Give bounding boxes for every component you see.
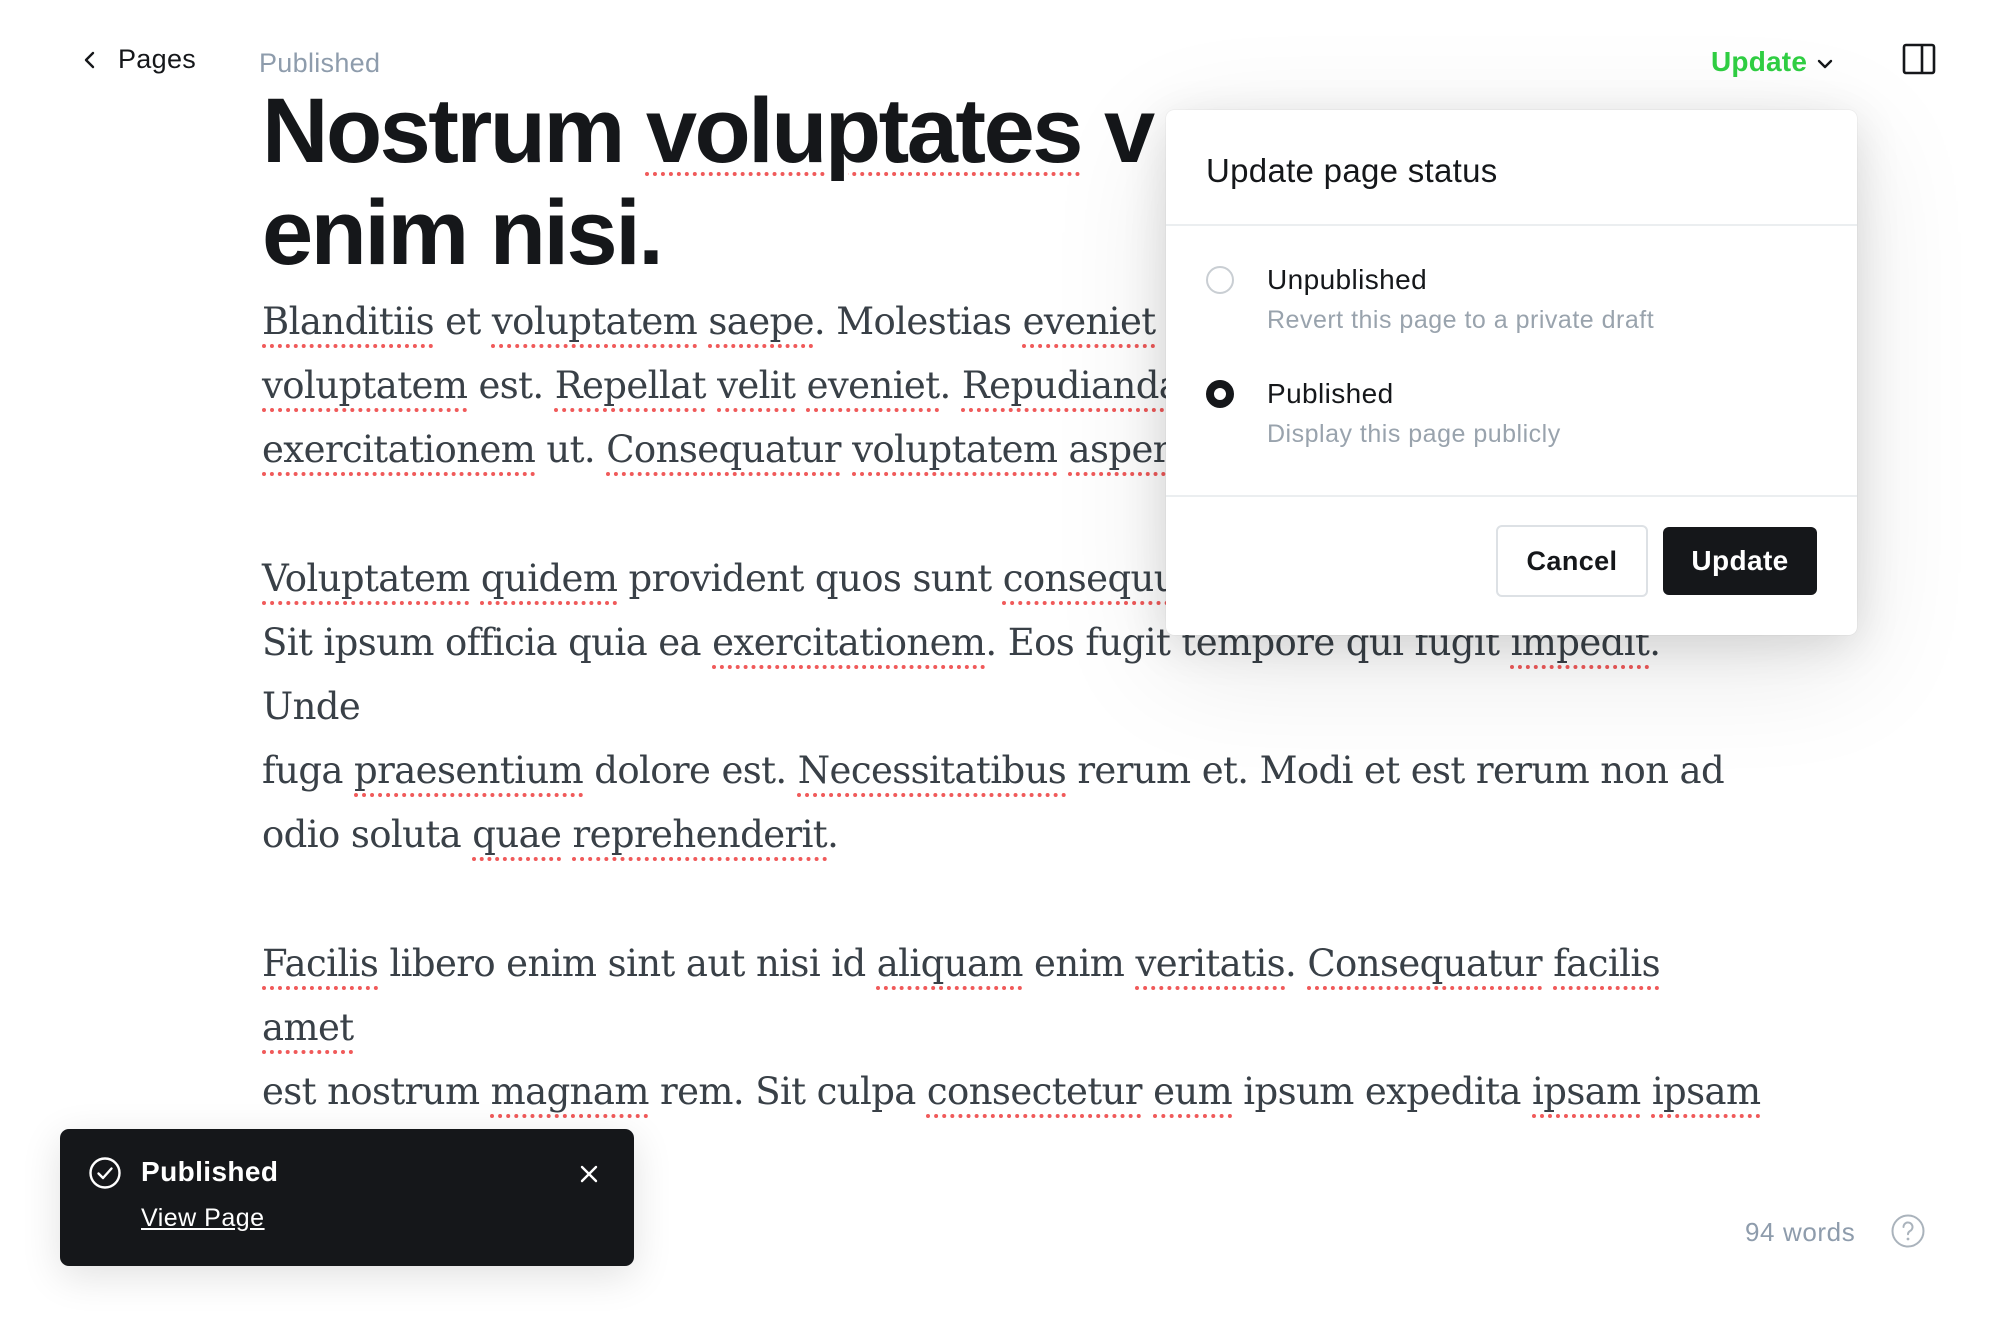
update-button[interactable]: Update — [1663, 527, 1817, 595]
misspelled-word: Voluptatem — [262, 557, 470, 600]
misspelled-word: Blanditiis — [262, 300, 435, 343]
text-run — [706, 364, 717, 407]
misspelled-word: asperi — [1068, 428, 1182, 471]
misspelled-word: amet — [262, 1006, 354, 1049]
back-link-label: Pages — [118, 44, 197, 74]
misspelled-word: consectetur — [926, 1070, 1143, 1113]
misspelled-word: Necessitatibus — [797, 749, 1067, 792]
radio-unpublished[interactable] — [1206, 266, 1234, 294]
misspelled-word: Facilis — [262, 942, 379, 985]
text-run — [1641, 1070, 1652, 1113]
misspelled-word: eum — [1153, 1070, 1233, 1113]
text-run — [795, 364, 806, 407]
misspelled-word: eveniet — [806, 364, 941, 407]
text-run: . — [939, 364, 962, 407]
text-run: enim — [1022, 942, 1136, 985]
published-toast: Published View Page — [60, 1129, 634, 1266]
misspelled-word: veritatis — [1135, 942, 1286, 985]
view-page-link[interactable]: View Page — [141, 1204, 265, 1233]
page-status-label: Published — [259, 48, 381, 78]
update-dropdown-trigger[interactable]: Update — [1711, 46, 1835, 78]
popover-title: Update page status — [1206, 152, 1498, 189]
text-run: ut. — [535, 428, 607, 471]
option-description: Revert this page to a private draft — [1267, 306, 1655, 334]
text-run: est. — [467, 364, 555, 407]
misspelled-word: Consequatur — [606, 428, 841, 471]
text-run: est nostrum — [262, 1070, 491, 1113]
misspelled-word: ipsam — [1532, 1070, 1641, 1113]
text-run: odio soluta — [262, 813, 473, 856]
misspelled-word: voluptates — [645, 80, 1084, 182]
update-status-popover: Update page status Unpublished Revert th… — [1166, 110, 1857, 635]
text-run: . — [827, 813, 839, 856]
text-run: rem. Sit culpa — [648, 1070, 927, 1113]
misspelled-word: Repellat — [554, 364, 707, 407]
misspelled-word: velit — [717, 364, 796, 407]
misspelled-word: praesentium — [354, 749, 584, 792]
text-run: Sit ipsum officia quia ea — [262, 621, 713, 664]
chevron-down-icon — [1817, 59, 1833, 69]
text-run: v — [1080, 80, 1155, 182]
text-run — [1542, 942, 1553, 985]
text-run: rerum et. Modi et est rerum non ad — [1066, 749, 1725, 792]
close-icon[interactable] — [578, 1163, 600, 1185]
misspelled-word: eveniet — [1022, 300, 1157, 343]
radio-published[interactable] — [1206, 380, 1234, 408]
misspelled-word: consequu — [1002, 557, 1178, 600]
misspelled-word: exercitationem — [262, 428, 536, 471]
popover-divider — [1166, 224, 1857, 226]
text-run: . — [1285, 942, 1308, 985]
toast-title: Published — [141, 1156, 279, 1187]
text-run: enim nisi. — [262, 182, 664, 284]
misspelled-word: quidem — [480, 557, 618, 600]
text-run — [697, 300, 708, 343]
misspelled-word: aliquam — [876, 942, 1024, 985]
option-label: Unpublished — [1267, 264, 1428, 295]
misspelled-word: Consequatur — [1307, 942, 1543, 985]
text-run — [1057, 428, 1068, 471]
misspelled-word: Repudianda — [961, 364, 1181, 407]
text-run: ipsum expedita — [1232, 1070, 1532, 1113]
misspelled-word: ipsam — [1651, 1070, 1761, 1113]
chevron-left-icon — [84, 51, 95, 68]
option-label: Published — [1267, 378, 1394, 409]
popover-divider — [1166, 495, 1857, 497]
text-run: provident quos sunt — [617, 557, 1003, 600]
text-run — [470, 557, 481, 600]
misspelled-word: voluptatem — [852, 428, 1058, 471]
word-count: 94 words — [1745, 1217, 1856, 1247]
sidebar-toggle-icon[interactable] — [1902, 42, 1936, 76]
text-run — [841, 428, 852, 471]
misspelled-word: voluptatem — [491, 300, 698, 343]
misspelled-word: magnam — [490, 1070, 650, 1113]
misspelled-word: voluptatem — [262, 364, 468, 407]
check-circle-icon — [89, 1157, 121, 1189]
misspelled-word: facilis — [1553, 942, 1660, 985]
text-run: fuga — [262, 749, 355, 792]
text-run: dolore est. — [583, 749, 798, 792]
option-description: Display this page publicly — [1267, 420, 1561, 448]
text-run: . Molestias — [813, 300, 1023, 343]
text-run: et — [433, 300, 492, 343]
misspelled-word: saepe — [708, 300, 814, 343]
update-trigger-label: Update — [1711, 46, 1808, 77]
misspelled-word: reprehenderit — [572, 813, 828, 856]
cancel-button[interactable]: Cancel — [1496, 525, 1648, 597]
text-run: libero enim sint aut nisi id — [378, 942, 877, 985]
back-to-pages-link[interactable]: Pages — [80, 44, 196, 75]
misspelled-word: exercitationem — [712, 621, 986, 664]
help-icon[interactable] — [1890, 1213, 1926, 1249]
text-run — [1142, 1070, 1153, 1113]
text-run: Nostrum — [262, 80, 646, 182]
misspelled-word: quae — [472, 813, 562, 856]
text-run — [561, 813, 572, 856]
